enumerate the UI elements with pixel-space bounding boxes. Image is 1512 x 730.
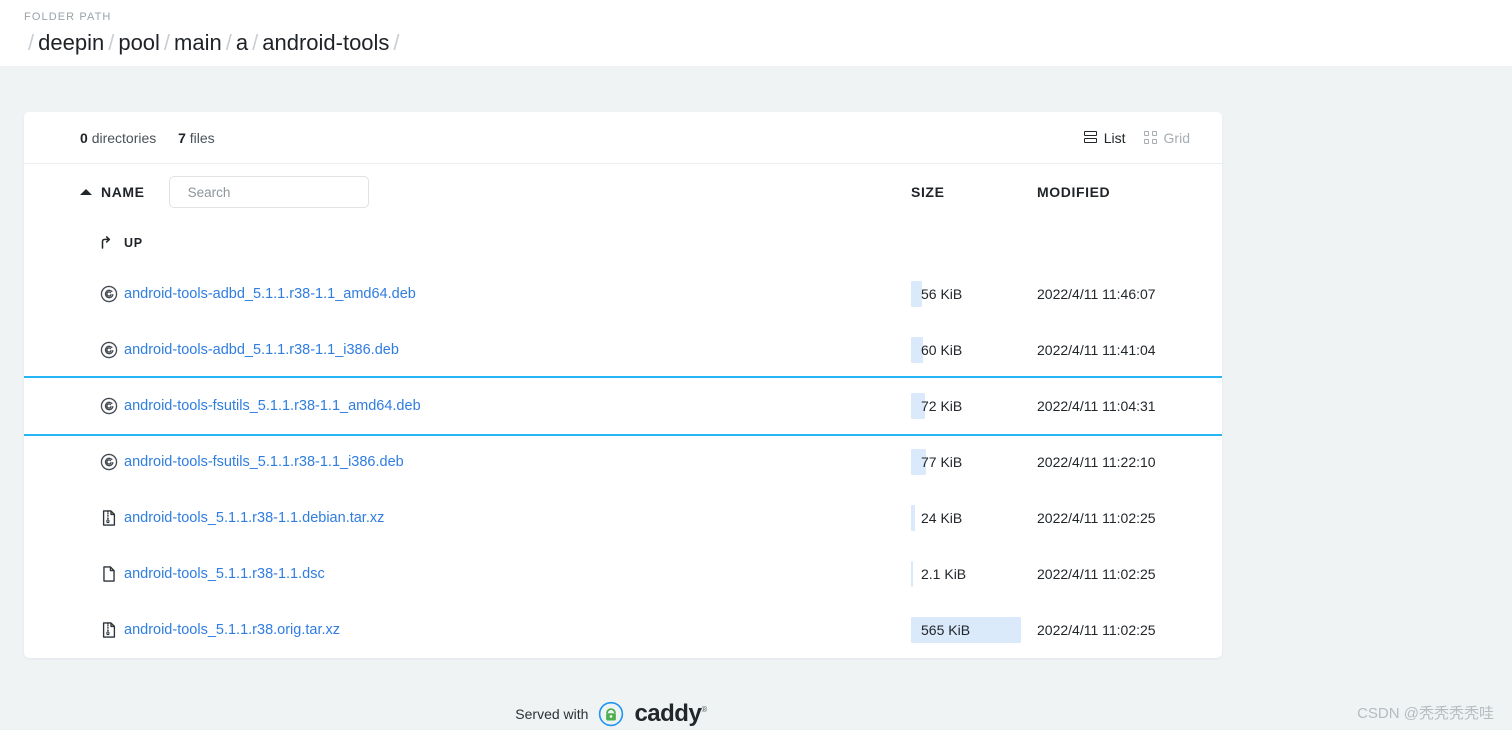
column-header-name: NAME	[101, 184, 145, 200]
file-browser-page: FOLDER PATH / deepin / pool / main / a / android-…	[0, 0, 1512, 730]
view-option-list[interactable]: List	[1083, 129, 1126, 146]
file-size-cell: 24 KiB	[911, 505, 1021, 531]
table-row[interactable]: android-tools-adbd_5.1.1.r38-1.1_i386.de…	[24, 322, 1222, 378]
package-icon	[100, 341, 118, 359]
file-size-text: 60 KiB	[921, 342, 963, 358]
footer: Served with caddy®	[0, 700, 1222, 728]
table-row[interactable]: android-tools_5.1.1.r38.orig.tar.xz 565 K…	[24, 602, 1222, 658]
registered-mark: ®	[701, 705, 707, 714]
view-option-list-label: List	[1103, 129, 1126, 146]
file-modified-text: 2022/4/11 11:04:31	[1037, 398, 1156, 414]
watermark: CSDN @秃秃秃秃哇	[1357, 705, 1494, 722]
search-input[interactable]	[187, 184, 365, 200]
package-icon	[100, 285, 118, 303]
search-box[interactable]	[168, 176, 369, 208]
breadcrumb-item-deepin[interactable]: deepin	[38, 30, 104, 55]
table-row[interactable]: android-tools-fsutils_5.1.1.r38-1.1_i386…	[24, 434, 1222, 490]
archive-icon	[100, 509, 118, 527]
document-icon	[100, 565, 118, 583]
file-name-link[interactable]: android-tools-fsutils_5.1.1.r38-1.1_i386…	[80, 454, 404, 470]
breadcrumb-separator: /	[225, 30, 232, 55]
archive-icon	[102, 510, 116, 526]
breadcrumb-separator: /	[163, 30, 171, 55]
view-option-grid[interactable]: Grid	[1143, 129, 1190, 146]
file-size-cell: 56 KiB	[911, 281, 1021, 307]
package-icon	[100, 453, 118, 471]
file-size-cell: 565 KiB	[911, 617, 1021, 643]
file-name-link[interactable]: android-tools-fsutils_5.1.1.r38-1.1_amd6…	[80, 398, 421, 414]
file-size-text: 56 KiB	[921, 286, 963, 302]
table-row[interactable]: android-tools-adbd_5.1.1.r38-1.1_amd64.d…	[24, 266, 1222, 322]
sort-by-name[interactable]: NAME	[80, 184, 145, 200]
directory-count: 0	[80, 129, 88, 146]
directory-count-label: directories	[91, 129, 157, 146]
file-modified-text: 2022/4/11 11:02:25	[1037, 622, 1156, 638]
file-name-link[interactable]: android-tools-adbd_5.1.1.r38-1.1_amd64.d…	[80, 286, 416, 302]
file-size-cell: 2.1 KiB	[911, 561, 1021, 587]
breadcrumb-item-main[interactable]: main	[174, 30, 222, 55]
arrow-up-icon	[101, 236, 111, 249]
page-header: FOLDER PATH / deepin / pool / main / a / android-…	[0, 0, 1512, 66]
archive-icon	[102, 622, 116, 638]
file-count: 7	[178, 129, 186, 146]
view-toggle: List Grid	[1083, 129, 1190, 146]
file-modified-text: 2022/4/11 11:02:25	[1037, 510, 1156, 526]
file-size-text: 72 KiB	[921, 398, 963, 414]
breadcrumb-root-separator: /	[28, 30, 35, 55]
table-row[interactable]: android-tools_5.1.1.r38-1.1.debian.tar.x…	[24, 490, 1222, 546]
package-icon	[100, 397, 118, 415]
folder-path-label: FOLDER PATH	[24, 11, 112, 23]
table-row[interactable]: android-tools-fsutils_5.1.1.r38-1.1_amd6…	[24, 376, 1222, 436]
package-icon	[100, 285, 118, 303]
file-size-text: 24 KiB	[921, 510, 963, 526]
file-listing-card: 0 directories 7 files List Grid NAME Sea…	[24, 112, 1222, 658]
breadcrumb-separator: /	[252, 30, 259, 55]
breadcrumb-item-pool[interactable]: pool	[118, 30, 160, 55]
file-modified-text: 2022/4/11 11:22:10	[1037, 454, 1156, 470]
file-size-text: 565 KiB	[921, 622, 971, 638]
breadcrumb-item-a[interactable]: a	[236, 30, 248, 55]
file-name-link[interactable]: android-tools_5.1.1.r38-1.1.debian.tar.x…	[80, 510, 384, 526]
column-header-size[interactable]: SIZE	[911, 184, 945, 200]
breadcrumb-separator: /	[108, 30, 115, 55]
archive-icon	[100, 621, 118, 639]
breadcrumb-item-android-tools[interactable]: android-tools	[262, 30, 389, 55]
file-size-cell: 72 KiB	[911, 393, 1021, 419]
package-icon	[100, 453, 118, 471]
package-icon	[100, 341, 118, 359]
breadcrumb-trailing-separator: /	[393, 30, 400, 55]
column-header-modified[interactable]: MODIFIED	[1037, 184, 1110, 200]
file-size-cell: 77 KiB	[911, 449, 1021, 475]
listing-toolbar: 0 directories 7 files List Grid	[24, 112, 1222, 164]
view-option-grid-label: Grid	[1163, 129, 1190, 146]
breadcrumb: / deepin / pool / main / a / android-tools /	[24, 28, 1512, 58]
column-header-row: NAME SIZE MODIFIED	[24, 164, 1222, 220]
table-row[interactable]: android-tools_5.1.1.r38-1.1.dsc 2.1 KiB 20…	[24, 546, 1222, 602]
caddy-logo-icon	[599, 701, 624, 727]
file-rows: UP android-tools-adbd_5.1.1.r38-1.1_amd6…	[24, 220, 1222, 658]
file-size-text: 77 KiB	[921, 454, 963, 470]
file-size-cell: 60 KiB	[911, 337, 1021, 363]
file-size-text: 2.1 KiB	[921, 566, 967, 582]
file-modified-text: 2022/4/11 11:41:04	[1037, 342, 1156, 358]
document-icon	[103, 566, 115, 582]
sort-ascending-icon	[80, 189, 92, 195]
grid-view-icon	[1143, 131, 1157, 144]
caddy-wordmark: caddy®	[634, 700, 707, 727]
file-count-label: files	[189, 129, 215, 146]
file-modified-text: 2022/4/11 11:02:25	[1037, 566, 1156, 582]
row-up[interactable]: UP	[24, 220, 1222, 266]
file-name-link[interactable]: android-tools-adbd_5.1.1.r38-1.1_i386.de…	[80, 342, 399, 358]
file-modified-text: 2022/4/11 11:46:07	[1037, 286, 1156, 302]
served-with-label: Served with	[515, 706, 589, 722]
file-name-link[interactable]: android-tools_5.1.1.r38.orig.tar.xz	[80, 622, 340, 638]
list-view-icon	[1083, 131, 1097, 144]
package-icon	[100, 397, 118, 415]
item-counts: 0 directories 7 files	[80, 130, 215, 146]
